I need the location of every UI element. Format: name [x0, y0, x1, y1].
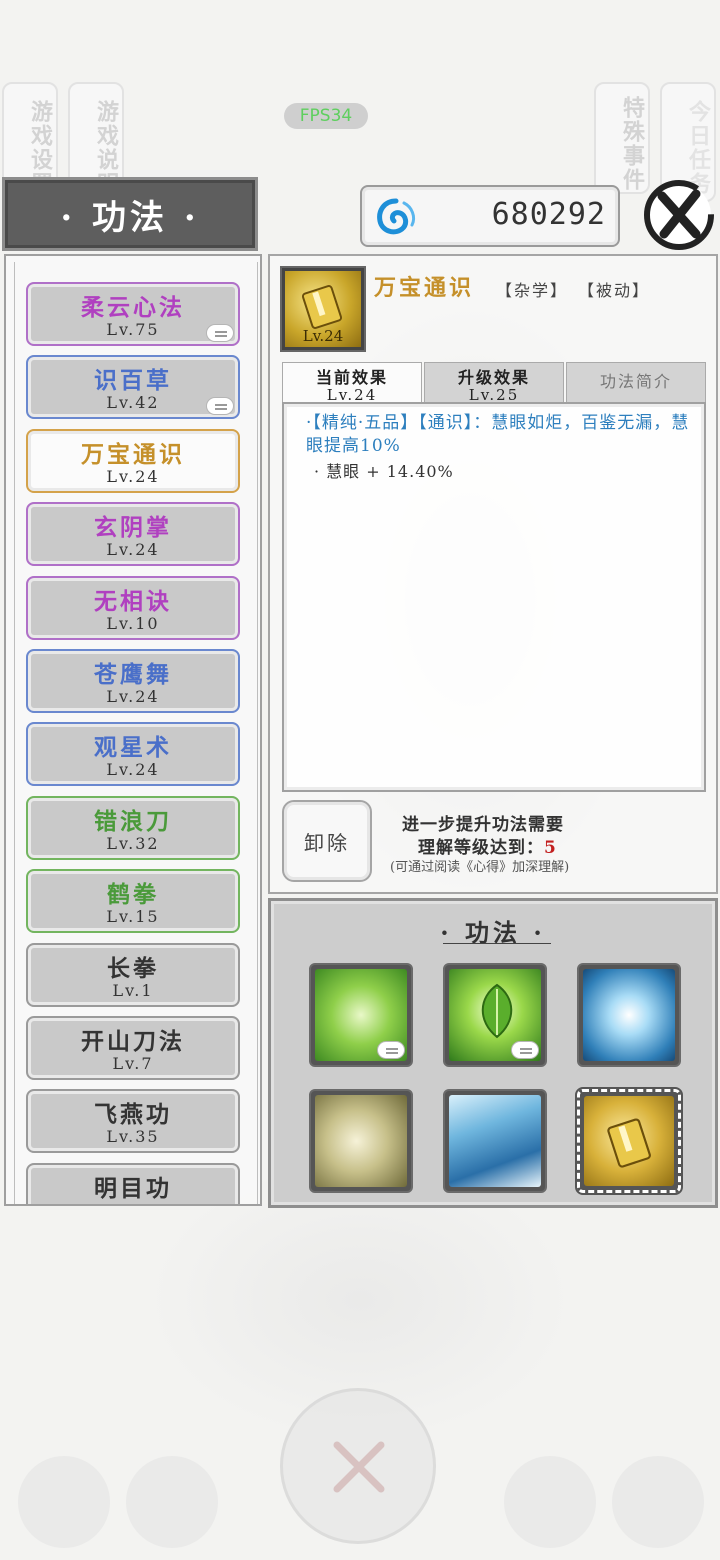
skill-list-item-name: 万宝通识	[81, 441, 185, 468]
skill-list-item[interactable]: 识百草 Lv.42	[26, 355, 240, 419]
skill-list-item-level: Lv.15	[106, 907, 160, 926]
skill-list-item[interactable]: 长拳 Lv.1	[26, 943, 240, 1007]
character-nav-button[interactable]	[504, 1456, 596, 1548]
detail-tabs: 当前效果 Lv.24 升级效果 Lv.25 功法简介	[282, 362, 706, 404]
skill-list-item-name: 识百草	[94, 367, 172, 394]
battle-nav-button[interactable]	[280, 1388, 436, 1544]
skill-list-item-name: 鹤拳	[107, 881, 159, 908]
skill-list-panel[interactable]: 柔云心法 Lv.75 识百草 Lv.42 万宝通识 Lv.24 玄阴掌 Lv.24 无相诀 Lv.…	[4, 254, 262, 1206]
skill-list-item[interactable]: 玄阴掌 Lv.24	[26, 502, 240, 566]
effect-stat: · 慧眼 + 14.40%	[314, 462, 454, 481]
effect-text: ·【精纯·五品】【通识】：慧眼如炬，百鉴无漏，慧眼提高10%	[306, 413, 690, 456]
golden-book-skill-icon	[584, 1096, 674, 1186]
requirement-label: 理解等级达到：	[418, 838, 544, 858]
equipped-slot-2[interactable]	[443, 963, 547, 1067]
unequip-button[interactable]: 卸除	[282, 800, 372, 882]
leaf-skill-icon	[449, 969, 541, 1061]
skill-list-item-level: Lv.24	[106, 540, 160, 559]
skill-list-item[interactable]: 明目功	[26, 1163, 240, 1204]
skill-category-tag: 【杂学】	[496, 281, 569, 300]
equipped-slot-3[interactable]	[577, 963, 681, 1067]
badge-icon	[377, 1041, 405, 1059]
skill-list-item-level: Lv.35	[106, 1127, 160, 1146]
equipped-slot-5[interactable]	[443, 1089, 547, 1193]
scroll-nav-button[interactable]	[612, 1456, 704, 1548]
skill-list-item-level: Lv.24	[106, 760, 160, 779]
close-icon[interactable]	[640, 176, 718, 254]
bag-nav-button[interactable]	[18, 1456, 110, 1548]
skill-list-item[interactable]: 错浪刀 Lv.32	[26, 796, 240, 860]
book-glyph	[607, 1118, 651, 1168]
selected-skill-icon-level: Lv.24	[302, 327, 344, 345]
fps-counter: FPS34	[284, 103, 368, 129]
skill-list-item-name: 错浪刀	[94, 808, 172, 835]
tab-upgrade-effect[interactable]: 升级效果 Lv.25	[424, 362, 564, 404]
skill-list-item-name: 苍鹰舞	[94, 661, 172, 688]
skill-list-item-name: 长拳	[107, 955, 159, 982]
skill-list-item-name: 柔云心法	[81, 294, 185, 321]
selected-skill-name: 万宝通识	[374, 275, 475, 301]
note-badge-icon	[206, 324, 234, 342]
badge-icon	[511, 1041, 539, 1059]
swirl-coin-icon	[377, 198, 416, 235]
book-glyph	[301, 285, 343, 329]
leaf-glyph	[481, 983, 513, 1039]
green-swirl-skill-icon	[315, 969, 407, 1061]
equipped-skills-panel: · 功法 ·	[268, 898, 718, 1208]
skill-list-item-level: Lv.10	[106, 614, 160, 633]
requirement-line-2: 理解等级达到：5	[418, 833, 557, 858]
requirement-line-1: 进一步提升功法需要	[402, 815, 564, 835]
coin-nav-button[interactable]	[126, 1456, 218, 1548]
selected-skill-icon: Lv.24	[280, 266, 366, 352]
skill-list-item[interactable]: 开山刀法 Lv.7	[26, 1016, 240, 1080]
tab-upgrade-label: 升级效果	[457, 368, 530, 387]
wave-skill-icon	[449, 1095, 541, 1187]
currency-value: 680292	[491, 197, 606, 232]
skill-list-item-level: Lv.24	[106, 467, 160, 486]
effect-description-box: ·【精纯·五品】【通识】：慧眼如炬，百鉴无漏，慧眼提高10% · 慧眼 + 14…	[282, 402, 706, 792]
skill-list-item[interactable]: 柔云心法 Lv.75	[26, 282, 240, 346]
skill-list-item[interactable]: 苍鹰舞 Lv.24	[26, 649, 240, 713]
title-underline	[443, 943, 551, 944]
skill-list-item[interactable]: 观星术 Lv.24	[26, 722, 240, 786]
skill-list-item-level: Lv.32	[106, 834, 160, 853]
skill-list-item-level: Lv.7	[112, 1054, 154, 1073]
page-title: · 功法 ·	[2, 177, 258, 251]
skill-list-item-name: 观星术	[94, 734, 172, 761]
requirement-hint: (可通过阅读《心得》加深理解)	[390, 860, 570, 875]
ice-burst-skill-icon	[583, 969, 675, 1061]
skill-list-item-level: Lv.24	[106, 687, 160, 706]
equipped-slot-4[interactable]	[309, 1089, 413, 1193]
skill-list-item-name: 开山刀法	[81, 1028, 185, 1055]
skill-list-item-level: Lv.1	[112, 981, 154, 1000]
skill-list-item-name: 无相诀	[94, 588, 172, 615]
note-badge-icon	[206, 397, 234, 415]
crossed-swords-icon	[333, 1441, 385, 1493]
currency-display: 680292	[360, 185, 620, 247]
crane-wing-skill-icon	[315, 1095, 407, 1187]
golden-book-icon: Lv.24	[285, 271, 361, 347]
skill-list-item[interactable]: 飞燕功 Lv.35	[26, 1089, 240, 1153]
skill-list-item-name: 明目功	[94, 1175, 172, 1202]
skill-list-item-name: 玄阴掌	[94, 514, 172, 541]
tab-current-effect[interactable]: 当前效果 Lv.24	[282, 362, 422, 404]
skill-list-item[interactable]: 无相诀 Lv.10	[26, 576, 240, 640]
tab-skill-intro[interactable]: 功法简介	[566, 362, 706, 402]
skill-list-item[interactable]: 万宝通识 Lv.24	[26, 429, 240, 493]
equipped-slot-1[interactable]	[309, 963, 413, 1067]
tab-current-label: 当前效果	[315, 368, 388, 387]
equipped-slot-6[interactable]	[575, 1087, 683, 1195]
skill-type-tag: 【被动】	[578, 281, 651, 300]
skill-list-item-name: 飞燕功	[94, 1101, 172, 1128]
skill-list-item[interactable]: 鹤拳 Lv.15	[26, 869, 240, 933]
requirement-value: 5	[544, 838, 557, 858]
